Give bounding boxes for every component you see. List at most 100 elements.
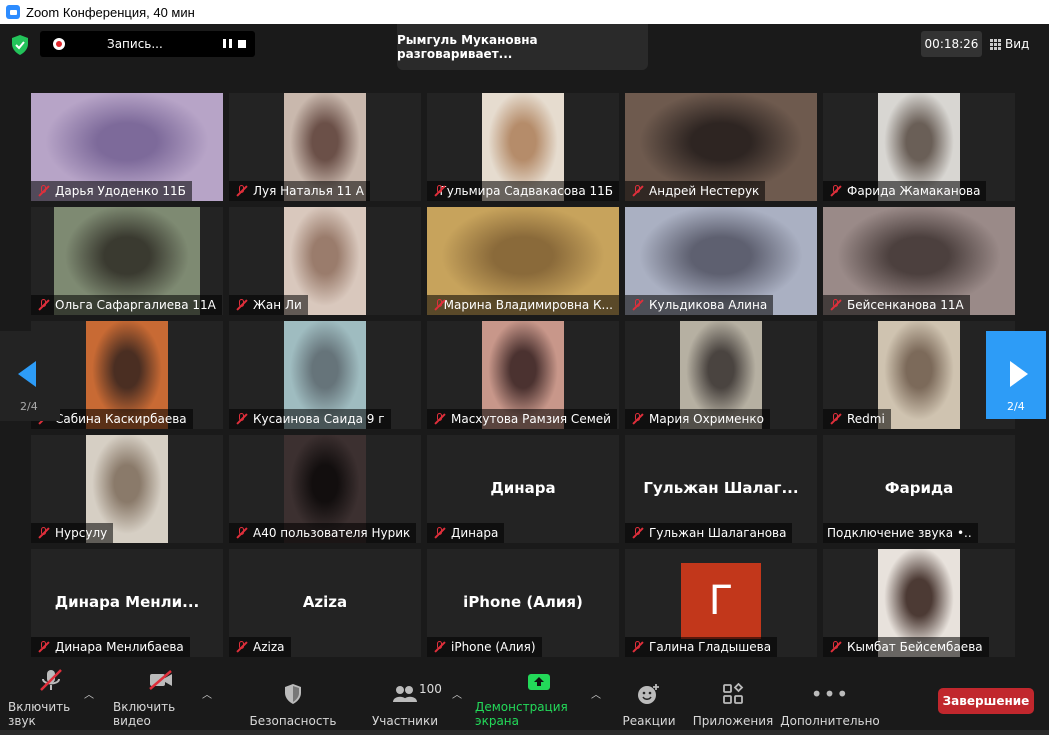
video-options-caret-icon[interactable]: ︿ <box>202 686 212 701</box>
participant-name-label: Андрей Нестерук <box>625 181 766 201</box>
stop-recording-icon[interactable] <box>238 40 246 48</box>
participant-name-label: Фарида Жамаканова <box>823 181 987 201</box>
participant-tile[interactable]: Луя Наталья 11 А <box>229 93 421 201</box>
participants-icon <box>392 682 418 706</box>
participant-tile[interactable]: Г Галина Гладышева <box>625 549 817 657</box>
window-titlebar: Zoom Конференция, 40 мин <box>0 0 1049 24</box>
participants-button[interactable]: Участники <box>372 672 438 728</box>
participant-tile[interactable]: А40 пользователя Нурик <box>229 435 421 543</box>
end-meeting-button[interactable]: Завершение <box>938 688 1034 714</box>
arrow-left-icon <box>18 361 36 387</box>
participant-tile[interactable]: iPhone (Алия) iPhone (Алия) <box>427 549 619 657</box>
participant-name: iPhone (Алия) <box>451 640 536 654</box>
audio-options-caret-icon[interactable]: ︿ <box>84 686 94 701</box>
participant-tile[interactable]: Андрей Нестерук <box>625 93 817 201</box>
taskbar-strip <box>0 730 1049 735</box>
share-screen-label: Демонстрация экрана <box>475 700 568 728</box>
participant-tile[interactable]: Фарида Жамаканова <box>823 93 1015 201</box>
meeting-toolbar: Включить звук ︿ Включить видео ︿ Безопас… <box>0 669 1049 735</box>
mic-muted-icon <box>233 184 251 198</box>
participant-display-name: Динара <box>490 479 556 497</box>
window-title: Zoom Конференция, 40 мин <box>26 4 195 20</box>
participant-name-label: Aziza <box>229 637 291 657</box>
participant-tile[interactable]: Кульдикова Алина <box>625 207 817 315</box>
participant-name-label: Бейсенканова 11А <box>823 295 970 315</box>
unmute-label: Включить звук <box>8 700 71 728</box>
participant-tile[interactable]: Кымбат Бейсембаева <box>823 549 1015 657</box>
grid-icon <box>990 38 1001 50</box>
participant-tile[interactable]: Гульмира Садвакасова 11Б <box>427 93 619 201</box>
participant-name: Нурсулу <box>55 526 108 540</box>
participant-name: Кусаинова Саида 9 г <box>253 412 385 426</box>
participant-name-label: Гульжан Шалаганова <box>625 523 793 543</box>
start-video-button[interactable]: Включить видео <box>113 670 209 728</box>
participant-name: Бейсенканова 11А <box>847 298 964 312</box>
participant-tile[interactable]: Нурсулу <box>31 435 223 543</box>
participant-name-label: Ольга Сафаргалиева 11А <box>31 295 222 315</box>
mic-muted-icon <box>629 640 647 654</box>
participant-name-label: Дарья Удоденко 11Б <box>31 181 192 201</box>
view-button[interactable]: Вид <box>990 31 1038 57</box>
prev-page-button[interactable]: 2/4 <box>0 331 60 421</box>
participants-caret-icon[interactable]: ︿ <box>452 686 462 701</box>
participant-tile[interactable]: Динара Динара <box>427 435 619 543</box>
share-screen-button[interactable]: Демонстрация экрана <box>475 672 603 728</box>
participant-name: Динара <box>451 526 499 540</box>
meeting-timer: 00:18:26 <box>921 31 982 57</box>
mic-muted-icon <box>38 668 64 692</box>
record-icon <box>53 38 65 50</box>
share-screen-icon <box>527 672 551 692</box>
participant-name-label: Динара Менлибаева <box>31 637 190 657</box>
participant-name: Redmi <box>847 412 885 426</box>
share-options-caret-icon[interactable]: ︿ <box>591 686 601 701</box>
mic-muted-icon <box>35 298 53 312</box>
participant-display-name: Фарида <box>884 479 954 497</box>
participant-tile[interactable]: Ольга Сафаргалиева 11А <box>31 207 223 315</box>
next-page-button[interactable]: 2/4 <box>986 331 1046 419</box>
participant-tile[interactable]: Масхутова Рамзия Семей <box>427 321 619 429</box>
participant-name: Кульдикова Алина <box>649 298 768 312</box>
participant-tile[interactable]: Динара Менли... Динара Менлибаева <box>31 549 223 657</box>
mic-muted-icon <box>233 298 251 312</box>
participant-name-label: Динара <box>427 523 505 543</box>
participant-name-label: Жан Ли <box>229 295 308 315</box>
mic-muted-icon <box>629 412 647 426</box>
security-button[interactable]: Безопасность <box>250 672 337 728</box>
shield-icon <box>283 682 303 706</box>
mic-muted-icon <box>233 412 251 426</box>
participants-count: 100 <box>419 682 442 696</box>
participant-name: Динара Менлибаева <box>55 640 184 654</box>
participant-tile[interactable]: Дарья Удоденко 11Б <box>31 93 223 201</box>
participant-tile[interactable]: Марина Владимировна К... <box>427 207 619 315</box>
participant-name-label: Кульдикова Алина <box>625 295 774 315</box>
participant-tile[interactable]: Мария Охрименко <box>625 321 817 429</box>
mic-muted-icon <box>629 298 647 312</box>
mic-muted-icon <box>233 526 251 540</box>
participant-tile[interactable]: Кусаинова Саида 9 г <box>229 321 421 429</box>
apps-label: Приложения <box>692 714 774 728</box>
view-label: Вид <box>1005 37 1030 51</box>
mic-muted-icon <box>629 526 647 540</box>
participant-tile[interactable]: Aziza Aziza <box>229 549 421 657</box>
emoji-icon <box>637 682 661 706</box>
reactions-button[interactable]: Реакции <box>622 672 676 728</box>
camera-off-icon <box>147 668 175 692</box>
participant-name: Кымбат Бейсембаева <box>847 640 983 654</box>
encryption-shield-icon[interactable] <box>10 34 30 56</box>
unmute-button[interactable]: Включить звук <box>8 669 94 728</box>
participant-tile[interactable]: Жан Ли <box>229 207 421 315</box>
participant-tile[interactable]: Фарида Подключение звука •.. <box>823 435 1015 543</box>
mic-muted-icon <box>431 184 443 198</box>
more-button[interactable]: ••• Дополнительно <box>780 672 880 728</box>
mic-muted-icon <box>431 526 449 540</box>
participant-name: Aziza <box>253 640 285 654</box>
participant-name-label: Подключение звука •.. <box>823 523 978 543</box>
more-label: Дополнительно <box>780 714 880 728</box>
participant-tile[interactable]: Гульжан Шалаг... Гульжан Шалаганова <box>625 435 817 543</box>
participant-name: Дарья Удоденко 11Б <box>55 184 186 198</box>
apps-button[interactable]: Приложения <box>692 672 774 728</box>
page-indicator-left: 2/4 <box>20 400 38 413</box>
participant-name: Гульжан Шалаганова <box>649 526 787 540</box>
participant-tile[interactable]: Бейсенканова 11А <box>823 207 1015 315</box>
mic-muted-icon <box>431 412 449 426</box>
